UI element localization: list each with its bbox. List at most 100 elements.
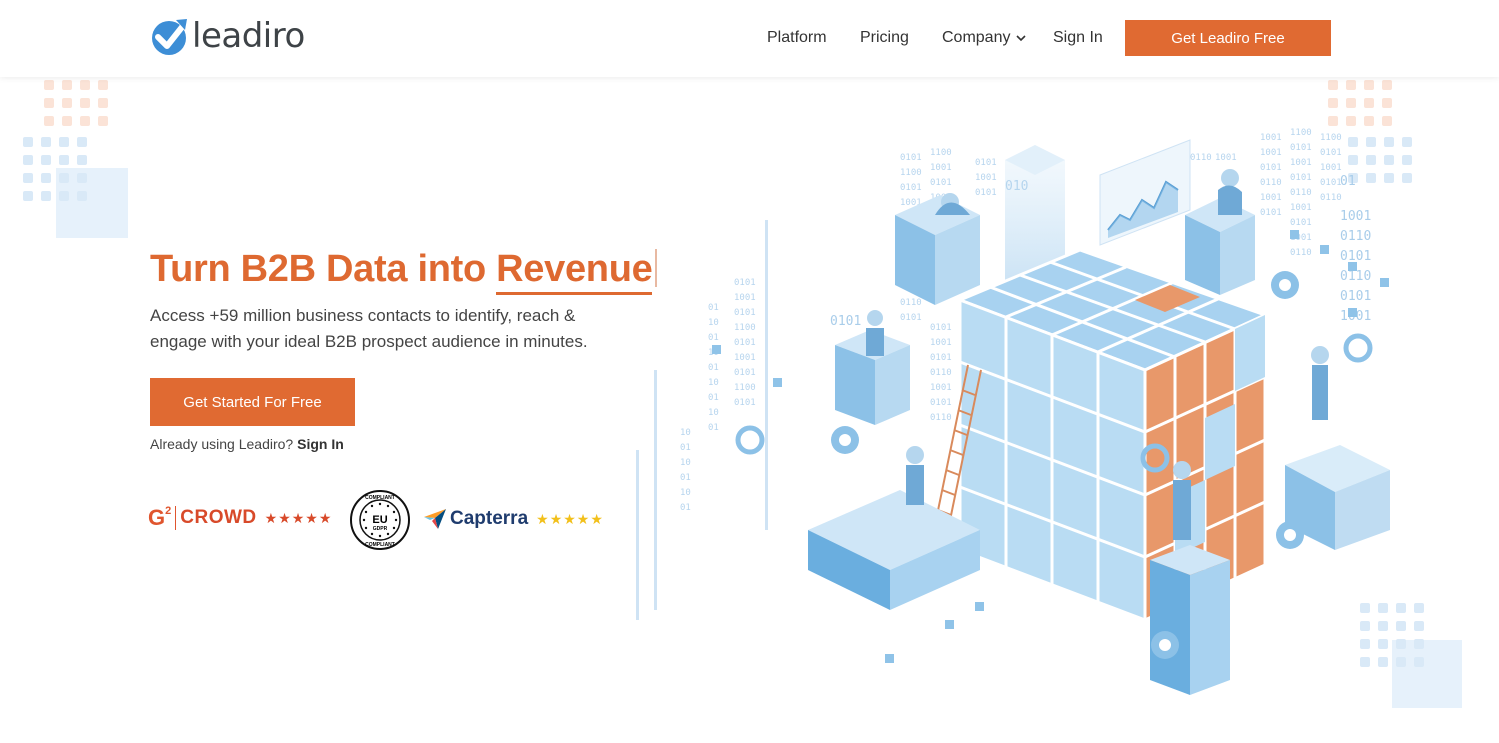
nav-company[interactable]: Company (942, 29, 1027, 47)
svg-text:0110: 0110 (1290, 188, 1312, 198)
hero-headline: Turn B2B Data into Revenue (150, 248, 658, 295)
svg-text:1001: 1001 (1290, 203, 1312, 213)
svg-text:01: 01 (708, 423, 719, 433)
svg-text:1100: 1100 (900, 168, 922, 178)
get-leadiro-free-button[interactable]: Get Leadiro Free (1125, 20, 1331, 56)
svg-text:0101: 0101 (930, 353, 952, 363)
svg-text:1001: 1001 (930, 383, 952, 393)
svg-text:01: 01 (708, 303, 719, 313)
svg-text:0110: 0110 (1190, 153, 1212, 163)
svg-text:0101: 0101 (1320, 148, 1342, 158)
sign-in-link[interactable]: Sign In (297, 436, 344, 452)
data-cube-illustration: 0101 1001 0101 1100 0101 1001 0101 1100 0101 0… (630, 120, 1460, 710)
svg-text:1001: 1001 (930, 163, 952, 173)
svg-text:01: 01 (708, 363, 719, 373)
site-header: leadiro Platform Pricing Company Sign In… (0, 0, 1499, 77)
svg-text:0110: 0110 (900, 298, 922, 308)
svg-text:1100: 1100 (1290, 128, 1312, 138)
decor-dots-orange-left (44, 80, 108, 126)
svg-text:01: 01 (680, 473, 691, 483)
capterra-stars: ★★★★★ (536, 510, 604, 527)
svg-text:0101: 0101 (975, 188, 997, 198)
svg-text:1001: 1001 (1260, 193, 1282, 203)
svg-text:01: 01 (708, 333, 719, 343)
svg-text:1001: 1001 (975, 173, 997, 183)
svg-text:10: 10 (708, 378, 719, 388)
chart-panel (1099, 139, 1191, 246)
svg-text:1001: 1001 (734, 353, 756, 363)
svg-text:0101: 0101 (1340, 249, 1371, 264)
svg-text:0101: 0101 (900, 153, 922, 163)
decor-dots-blue-left (23, 137, 87, 201)
svg-text:0101: 0101 (930, 178, 952, 188)
gdpr-bottom-text: COMPLIANT (365, 542, 395, 548)
nav-company-label: Company (942, 29, 1011, 46)
nav-sign-in[interactable]: Sign In (1053, 29, 1103, 47)
svg-text:1100: 1100 (734, 323, 756, 333)
g2-logo-letter: G (148, 505, 166, 530)
svg-text:1001: 1001 (1260, 133, 1282, 143)
floating-cube-right (1185, 169, 1255, 295)
svg-text:0101: 0101 (734, 308, 756, 318)
svg-text:01: 01 (1340, 174, 1356, 189)
leadiro-logo[interactable]: leadiro (150, 16, 305, 56)
capterra-logo-icon (424, 509, 446, 529)
svg-text:0101: 0101 (975, 158, 997, 168)
svg-text:0101: 0101 (930, 323, 952, 333)
svg-text:1001: 1001 (734, 293, 756, 303)
g2-divider (175, 506, 177, 530)
nav-platform[interactable]: Platform (767, 29, 827, 47)
svg-text:0110: 0110 (1340, 269, 1371, 284)
g2-logo-sup: 2 (165, 505, 172, 517)
svg-text:0110: 0110 (930, 368, 952, 378)
svg-text:1001: 1001 (1340, 209, 1371, 224)
svg-text:1100: 1100 (1320, 133, 1342, 143)
svg-text:0101: 0101 (1260, 208, 1282, 218)
svg-text:01: 01 (708, 393, 719, 403)
svg-text:01: 01 (680, 443, 691, 453)
svg-text:0101: 0101 (734, 368, 756, 378)
svg-text:0101: 0101 (734, 278, 756, 288)
headline-prefix: Turn B2B Data into (150, 248, 497, 290)
svg-text:1001: 1001 (1320, 163, 1342, 173)
svg-text:10: 10 (708, 408, 719, 418)
svg-text:0110: 0110 (1260, 178, 1282, 188)
block-bottom-left (808, 446, 980, 610)
capterra-text: Capterra (450, 508, 529, 529)
svg-text:0101: 0101 (900, 183, 922, 193)
svg-text:1100: 1100 (930, 148, 952, 158)
get-started-button[interactable]: Get Started For Free (150, 378, 355, 426)
svg-text:0101: 0101 (1340, 289, 1371, 304)
svg-text:1001: 1001 (1290, 158, 1312, 168)
svg-text:0101: 0101 (734, 338, 756, 348)
svg-text:0110: 0110 (1340, 229, 1371, 244)
svg-text:0110: 0110 (1290, 248, 1312, 258)
svg-text:0110: 0110 (930, 413, 952, 423)
g2-stars: ★★★★★ (264, 509, 333, 526)
svg-text:1001: 1001 (930, 338, 952, 348)
svg-text:0101: 0101 (900, 313, 922, 323)
chevron-down-icon (1016, 35, 1027, 42)
svg-text:0101: 0101 (1320, 178, 1342, 188)
svg-text:1001: 1001 (1260, 148, 1282, 158)
svg-text:10: 10 (680, 428, 691, 438)
capterra-badge: Capterra ★★★★★ (424, 508, 604, 530)
already-label: Already using Leadiro? (150, 436, 294, 452)
g2-crowd-logo: G 2 (148, 505, 171, 531)
svg-text:0101: 0101 (734, 398, 756, 408)
g2-crowd-badge: G 2 CROWD ★★★★★ (148, 505, 332, 531)
already-using-text: Already using Leadiro? Sign In (150, 436, 344, 452)
nav-pricing[interactable]: Pricing (860, 29, 909, 47)
gdpr-eu-text: EU (372, 514, 387, 526)
svg-text:0101: 0101 (1260, 163, 1282, 173)
svg-text:10: 10 (680, 488, 691, 498)
svg-text:0101: 0101 (1290, 173, 1312, 183)
svg-text:10: 10 (708, 318, 719, 328)
svg-text:0101: 0101 (830, 314, 861, 329)
hero-subtext: Access +59 million business contacts to … (150, 306, 588, 351)
gdpr-top-text: COMPLIANT (365, 495, 395, 501)
floating-cube-left (895, 193, 980, 305)
gdpr-seal-icon: COMPLIANT EU GDPR COMPLIANT (349, 489, 411, 551)
svg-text:10: 10 (680, 458, 691, 468)
svg-text:0101: 0101 (1290, 218, 1312, 228)
